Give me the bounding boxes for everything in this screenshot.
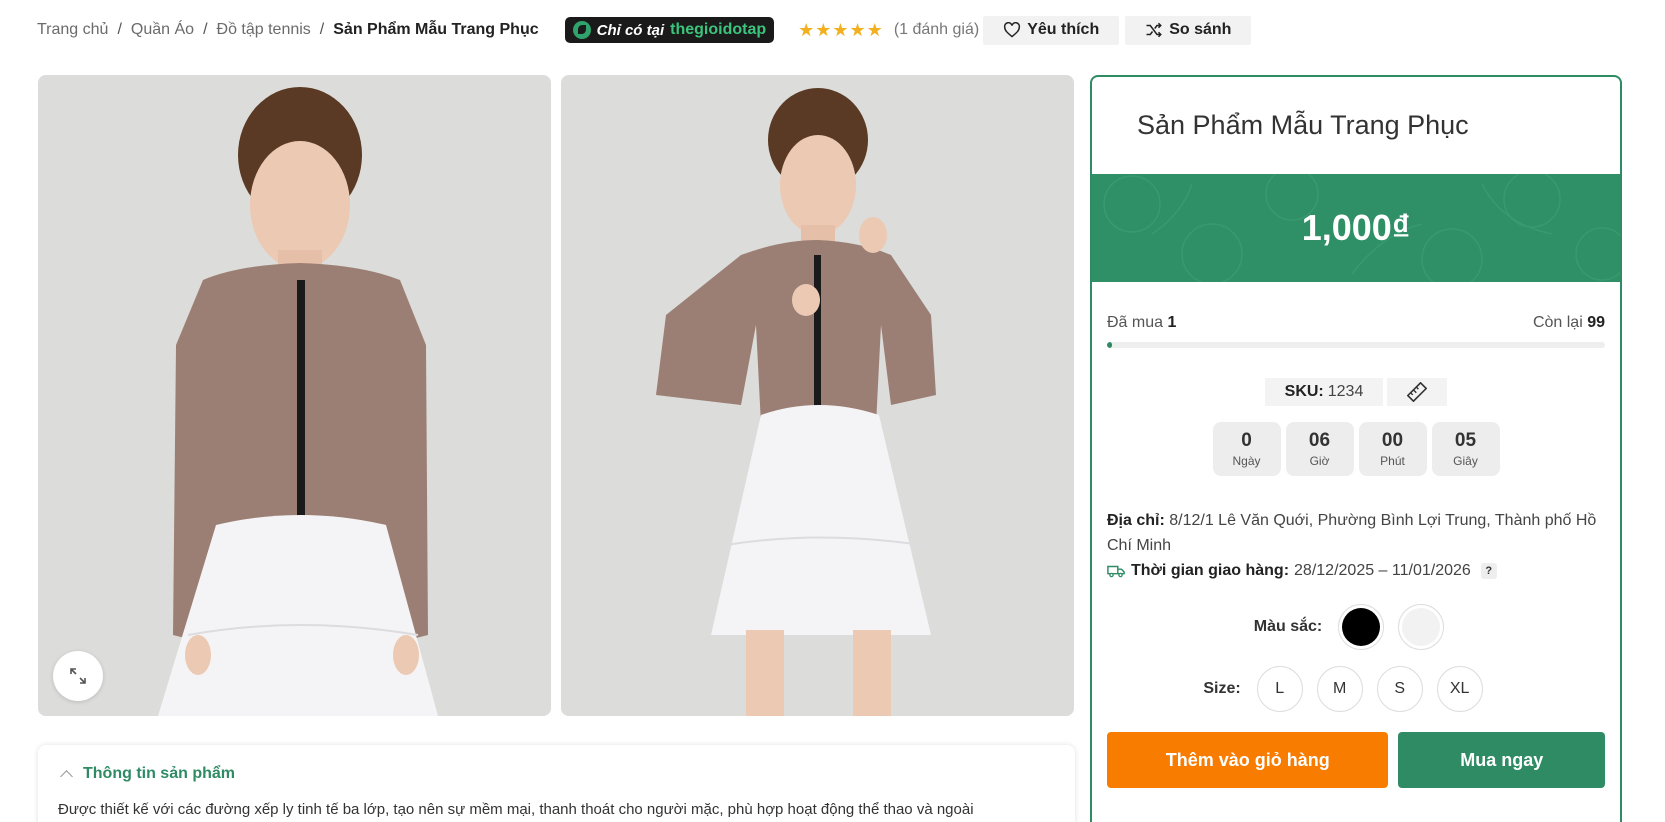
color-selector: Màu sắc: [1092,604,1620,650]
countdown-label: Ngày [1232,454,1261,468]
model-side-illustration [561,75,1074,716]
breadcrumb-current: Sản Phẩm Mẫu Trang Phục [333,21,539,38]
countdown-hours: 06 Giờ [1285,422,1354,476]
purchase-actions: Thêm vào giỏ hàng Mua ngay [1107,732,1605,788]
countdown-days: 0 Ngày [1212,422,1281,476]
product-info-heading: Thông tin sản phẩm [83,765,235,782]
breadcrumb-separator: / [319,21,325,38]
sku-value: 1234 [1327,383,1364,400]
countdown-seconds: 05 Giây [1431,422,1500,476]
sold-label: Đã mua [1107,314,1164,331]
countdown-minutes: 00 Phút [1358,422,1427,476]
promo-badge: Chỉ có tại thegioidotap [564,17,775,43]
size-guide-button[interactable] [1387,378,1448,406]
promo-brand: thegioidotap [670,21,767,38]
price-band: 1,000₫ [1092,174,1620,282]
color-label: Màu sắc: [1253,618,1323,635]
wishlist-label: Yêu thích [1027,21,1100,38]
swatch-fill [1342,608,1381,646]
remaining-count: Còn lại 99 [1533,314,1605,332]
countdown-timer: 0 Ngày 06 Giờ 00 Phút 05 Giây [1092,422,1620,476]
size-label: Size: [1203,680,1241,697]
help-icon[interactable]: ? [1480,563,1497,579]
swatch-fill [1402,608,1441,646]
top-bar: Trang chủ / Quần Áo / Đồ tập tennis / Sả… [37,13,1252,47]
sku-row: SKU: 1234 [1092,378,1620,406]
add-to-cart-button[interactable]: Thêm vào giỏ hàng [1107,732,1389,788]
shipping-value: 28/12/2025 – 11/01/2026 [1294,562,1471,579]
shuffle-icon [1146,22,1163,38]
remaining-label: Còn lại [1532,314,1583,331]
stock-row: Đã mua 1 Còn lại 99 [1107,314,1605,332]
product-image-front[interactable] [38,75,551,716]
leaf-logo-icon [572,21,591,39]
countdown-value: 00 [1381,430,1404,451]
breadcrumb-separator: / [203,21,208,38]
size-option-xl[interactable]: XL [1436,666,1483,712]
product-price: 1,000₫ [1301,207,1411,248]
sold-value: 1 [1167,314,1177,331]
sold-progress-bar [1107,342,1605,348]
countdown-value: 06 [1308,430,1331,451]
chevron-up-icon [60,769,73,783]
expand-image-button[interactable] [53,651,103,701]
countdown-label: Giờ [1309,454,1330,468]
color-swatch-white[interactable] [1398,604,1445,650]
breadcrumb-clothing[interactable]: Quần Áo [131,21,194,39]
size-option-s[interactable]: S [1376,666,1423,712]
address-label: Địa chỉ: [1107,512,1165,529]
buy-now-button[interactable]: Mua ngay [1398,732,1605,788]
countdown-label: Phút [1380,454,1405,468]
address-info: Địa chỉ: 8/12/1 Lê Văn Quới, Phường Bình… [1107,508,1605,558]
countdown-value: 0 [1241,430,1252,451]
compare-button[interactable]: So sánh [1125,15,1252,45]
sku-label: SKU: [1284,383,1324,400]
shipping-info: Thời gian giao hàng: 28/12/2025 – 11/01/… [1107,562,1605,580]
promo-prefix: Chỉ có tại [596,21,665,39]
product-title: Sản Phẩm Mẫu Trang Phục [1137,110,1469,140]
sku-badge: SKU: 1234 [1264,378,1384,406]
countdown-label: Giây [1453,454,1478,468]
breadcrumb-home[interactable]: Trang chủ [37,21,108,39]
shipping-label: Thời gian giao hàng: [1131,562,1290,579]
compare-label: So sánh [1169,21,1232,38]
product-info-section: Thông tin sản phẩm Được thiết kế với các… [38,745,1075,822]
purchase-panel: Sản Phẩm Mẫu Trang Phục 1,000₫ Đã mua 1 … [1090,75,1622,822]
size-selector: Size: L M S XL [1092,666,1620,712]
breadcrumb-tennis[interactable]: Đồ tập tennis [217,21,311,39]
remaining-value: 99 [1587,314,1605,331]
size-option-l[interactable]: L [1256,666,1303,712]
color-swatch-black[interactable] [1338,604,1385,650]
size-option-m[interactable]: M [1316,666,1363,712]
product-info-toggle[interactable]: Thông tin sản phẩm [58,765,1055,783]
review-count[interactable]: (1 đánh giá) [894,21,979,39]
sold-count: Đã mua 1 [1107,314,1176,332]
address-value: 8/12/1 Lê Văn Quới, Phường Bình Lợi Trun… [1107,512,1597,554]
rating-stars-icon: ★★★★★ [798,19,884,40]
truck-icon [1107,565,1125,578]
breadcrumb-separator: / [117,21,122,38]
sold-progress-fill [1107,342,1112,348]
ruler-icon [1407,382,1428,402]
model-front-illustration [38,75,551,716]
expand-icon [70,668,86,684]
countdown-value: 05 [1454,430,1477,451]
heart-icon [1004,22,1021,38]
product-image-side[interactable] [561,75,1074,716]
product-description: Được thiết kế với các đường xếp ly tinh … [58,801,974,818]
wishlist-button[interactable]: Yêu thích [983,15,1120,45]
